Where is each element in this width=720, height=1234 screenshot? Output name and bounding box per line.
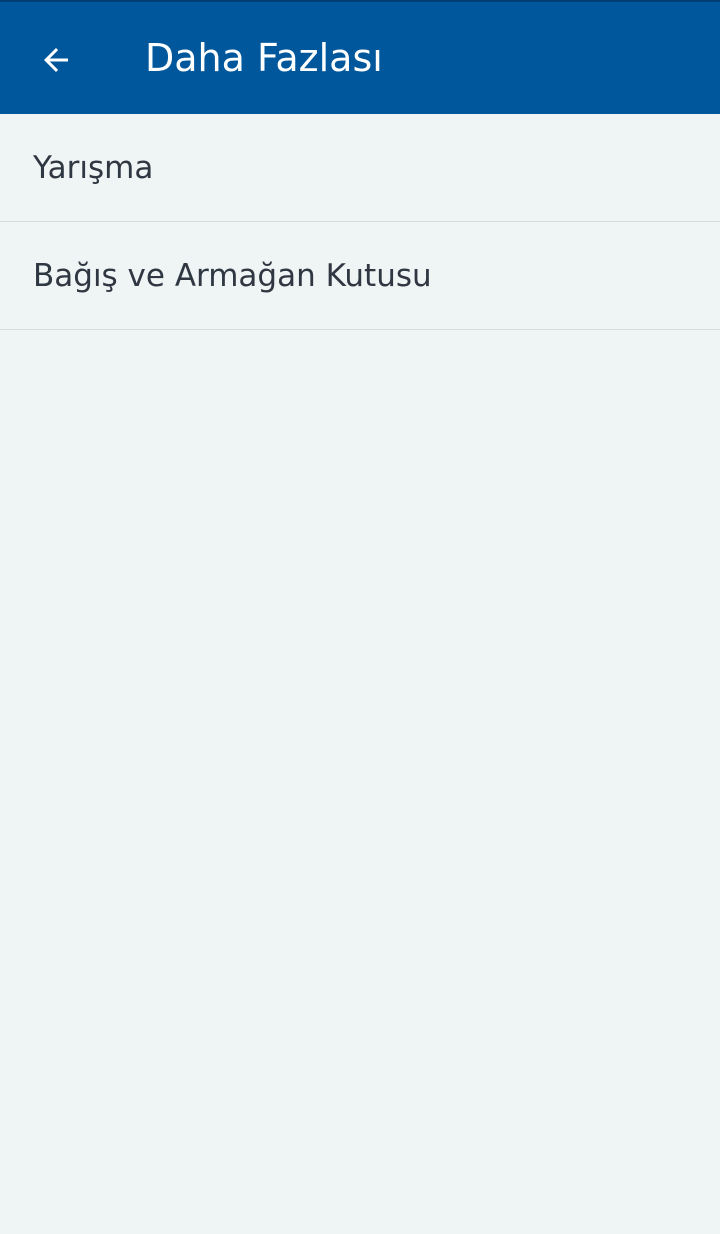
menu-item-yarisma[interactable]: Yarışma [0,114,720,222]
arrow-back-icon [44,48,68,72]
menu-item-label: Bağış ve Armağan Kutusu [33,257,432,294]
menu-list: Yarışma Bağış ve Armağan Kutusu [0,114,720,330]
page-title: Daha Fazlası [145,36,383,80]
app-bar: Daha Fazlası [0,0,720,114]
back-button[interactable] [24,28,88,92]
menu-item-bagis-ve-armagan-kutusu[interactable]: Bağış ve Armağan Kutusu [0,222,720,330]
menu-item-label: Yarışma [33,149,154,186]
